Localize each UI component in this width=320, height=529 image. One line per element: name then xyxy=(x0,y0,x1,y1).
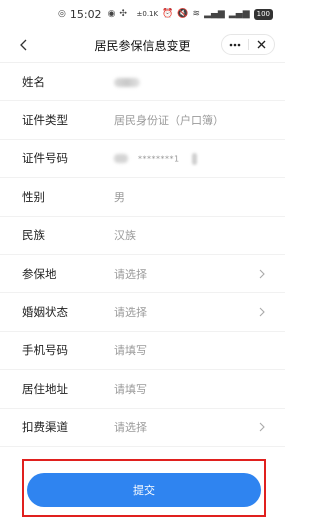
redacted-id-suffix xyxy=(191,152,197,165)
signal-icon: ▂▄▆ xyxy=(204,9,225,19)
redacted-name xyxy=(114,77,140,87)
mini-program-capsule xyxy=(221,34,275,55)
insurance-location-select[interactable]: 请选择 xyxy=(114,266,257,282)
ethnicity-value: 汉族 xyxy=(114,229,136,243)
marital-status-select[interactable]: 请选择 xyxy=(114,304,257,320)
status-time: 15:02 xyxy=(69,7,102,21)
row-insurance-location[interactable]: 参保地 请选择 xyxy=(0,255,285,294)
page-title: 居民参保信息变更 xyxy=(94,38,191,53)
back-button[interactable] xyxy=(14,35,32,55)
close-button[interactable] xyxy=(249,35,275,54)
mute-icon: 🔇 xyxy=(177,9,189,19)
redacted-id-prefix xyxy=(114,154,128,164)
row-address: 居住地址 请填写 xyxy=(0,370,285,409)
row-id-type: 证件类型 居民身份证（户口簿） xyxy=(0,101,285,140)
more-button[interactable] xyxy=(222,35,248,54)
id-number-value: ********1 xyxy=(114,152,267,165)
screen: ◎ 15:02 ◉ ✣ ±0.1K ⏰ 🔇 ≋ ▂▄▆ ▂▄▆ 100 居民参保… xyxy=(0,0,285,529)
address-label: 居住地址 xyxy=(22,381,68,396)
nav-bar: 居民参保信息变更 xyxy=(0,28,285,63)
name-label: 姓名 xyxy=(22,74,45,89)
clock-circle-icon: ◎ xyxy=(58,9,66,19)
net-speed-value: 0.1K xyxy=(142,10,159,18)
payment-channel-label: 扣费渠道 xyxy=(22,420,68,435)
masked-id-digits: ********1 xyxy=(138,154,180,164)
row-name: 姓名 xyxy=(0,63,285,102)
insurance-location-label: 参保地 xyxy=(22,266,57,281)
id-type-value: 居民身份证（户口簿） xyxy=(114,114,224,128)
app-notification-icon: ✣ xyxy=(119,9,127,19)
insurance-form: 姓名 证件类型 居民身份证（户口簿） 证件号码 ********1 性别 男 民… xyxy=(0,63,285,447)
chevron-left-icon xyxy=(20,39,27,51)
signal-2-icon: ▂▄▆ xyxy=(228,9,250,19)
close-icon xyxy=(257,40,266,49)
row-payment-channel[interactable]: 扣费渠道 请选择 xyxy=(0,409,285,447)
marital-status-label: 婚姻状态 xyxy=(22,305,68,320)
wifi-icon: ≋ xyxy=(192,9,201,19)
gender-label: 性别 xyxy=(22,189,45,204)
gender-value: 男 xyxy=(114,190,125,204)
battery-icon: 100 xyxy=(253,8,273,20)
row-ethnicity: 民族 汉族 xyxy=(0,217,285,255)
net-speed: ±0.1K xyxy=(136,10,159,18)
status-bar: ◎ 15:02 ◉ ✣ ±0.1K ⏰ 🔇 ≋ ▂▄▆ ▂▄▆ 100 xyxy=(0,0,285,28)
row-id-number: 证件号码 ********1 xyxy=(0,140,285,179)
row-gender: 性别 男 xyxy=(0,178,285,217)
payment-channel-select[interactable]: 请选择 xyxy=(114,419,257,435)
name-value xyxy=(114,75,267,88)
settings-dot-icon: ◉ xyxy=(107,9,116,19)
chevron-right-icon xyxy=(257,305,267,319)
address-input[interactable]: 请填写 xyxy=(114,381,267,397)
id-number-label: 证件号码 xyxy=(22,151,68,166)
submit-button[interactable]: 提交 xyxy=(27,473,261,507)
phone-input[interactable]: 请填写 xyxy=(114,342,267,358)
ellipsis-icon xyxy=(229,43,241,46)
chevron-right-icon xyxy=(257,420,267,434)
row-marital-status[interactable]: 婚姻状态 请选择 xyxy=(0,293,285,332)
alarm-icon: ⏰ xyxy=(162,9,174,19)
row-phone: 手机号码 请填写 xyxy=(0,332,285,371)
chevron-right-icon xyxy=(257,267,267,281)
id-type-label: 证件类型 xyxy=(22,113,68,128)
ethnicity-label: 民族 xyxy=(22,228,45,243)
phone-label: 手机号码 xyxy=(22,343,68,358)
